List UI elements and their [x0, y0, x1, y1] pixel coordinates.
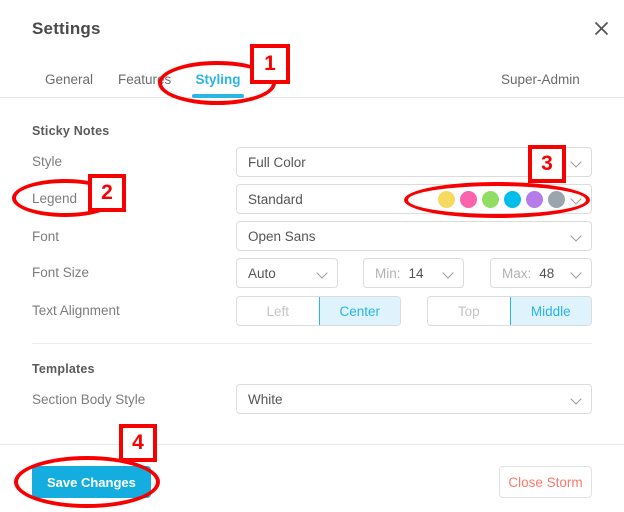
section-heading-sticky-notes: Sticky Notes	[32, 124, 110, 138]
align-middle-label: Middle	[530, 303, 571, 319]
label-text-alignment: Text Alignment	[32, 303, 120, 318]
align-center-button[interactable]: Center	[318, 297, 400, 325]
annotation-box-4: 4	[119, 424, 157, 462]
tab-bar: General Features Styling Super-Admin	[0, 60, 624, 98]
legend-select-value: Standard	[248, 191, 303, 207]
tab-general[interactable]: General	[45, 60, 93, 98]
annotation-number-1: 1	[264, 52, 276, 75]
font-size-min-prefix: Min:	[375, 265, 401, 281]
annotation-box-3: 3	[528, 145, 566, 183]
label-font-size: Font Size	[32, 265, 90, 280]
font-size-min-value: 14	[408, 265, 424, 281]
annotation-number-4: 4	[132, 431, 144, 454]
tab-general-label: General	[45, 72, 94, 87]
chevron-down-icon	[443, 267, 455, 279]
section-heading-templates: Templates	[32, 362, 95, 376]
close-icon[interactable]	[588, 15, 614, 41]
font-size-max-prefix: Max:	[502, 265, 532, 281]
align-middle-button[interactable]: Middle	[509, 297, 591, 325]
close-storm-button[interactable]: Close Storm	[499, 466, 592, 498]
chevron-down-icon	[571, 393, 583, 405]
annotation-number-2: 2	[101, 181, 113, 204]
font-size-max-select[interactable]: Max: 48	[490, 258, 592, 288]
section-body-style-value: White	[248, 391, 283, 407]
section-body-style-select[interactable]: White	[236, 384, 592, 414]
footer-divider	[0, 444, 624, 445]
font-size-mode-select[interactable]: Auto	[236, 258, 338, 288]
page-title: Settings	[32, 19, 101, 38]
font-size-max-value: 48	[539, 265, 555, 281]
settings-modal: Settings General Features Styling Super-…	[0, 0, 624, 512]
align-center-label: Center	[339, 303, 381, 319]
font-size-mode-value: Auto	[248, 265, 276, 281]
font-size-min-select[interactable]: Min: 14	[363, 258, 464, 288]
chevron-down-icon	[571, 230, 583, 242]
chevron-down-icon	[317, 267, 329, 279]
align-left-label: Left	[266, 303, 290, 319]
section-divider	[32, 343, 592, 344]
font-select-value: Open Sans	[248, 228, 316, 244]
align-top-label: Top	[457, 303, 480, 319]
annotation-box-2: 2	[88, 174, 126, 212]
label-style: Style	[32, 154, 63, 169]
annotation-box-1: 1	[250, 44, 290, 84]
label-font: Font	[32, 229, 60, 244]
label-section-body-style: Section Body Style	[32, 392, 146, 407]
chevron-down-icon	[571, 156, 583, 168]
align-left-button[interactable]: Left	[237, 297, 319, 325]
chevron-down-icon	[571, 267, 583, 279]
tab-super-admin[interactable]: Super-Admin	[501, 60, 580, 98]
style-select-value: Full Color	[248, 154, 306, 170]
text-align-vertical-group: Top Middle	[427, 296, 592, 326]
text-align-horizontal-group: Left Center	[236, 296, 401, 326]
annotation-number-3: 3	[541, 152, 553, 175]
annotation-ellipse-4	[14, 456, 160, 508]
align-top-button[interactable]: Top	[428, 297, 510, 325]
tab-super-admin-label: Super-Admin	[501, 72, 580, 87]
font-select[interactable]: Open Sans	[236, 221, 592, 251]
close-storm-label: Close Storm	[508, 474, 583, 490]
annotation-ellipse-3	[404, 182, 590, 218]
